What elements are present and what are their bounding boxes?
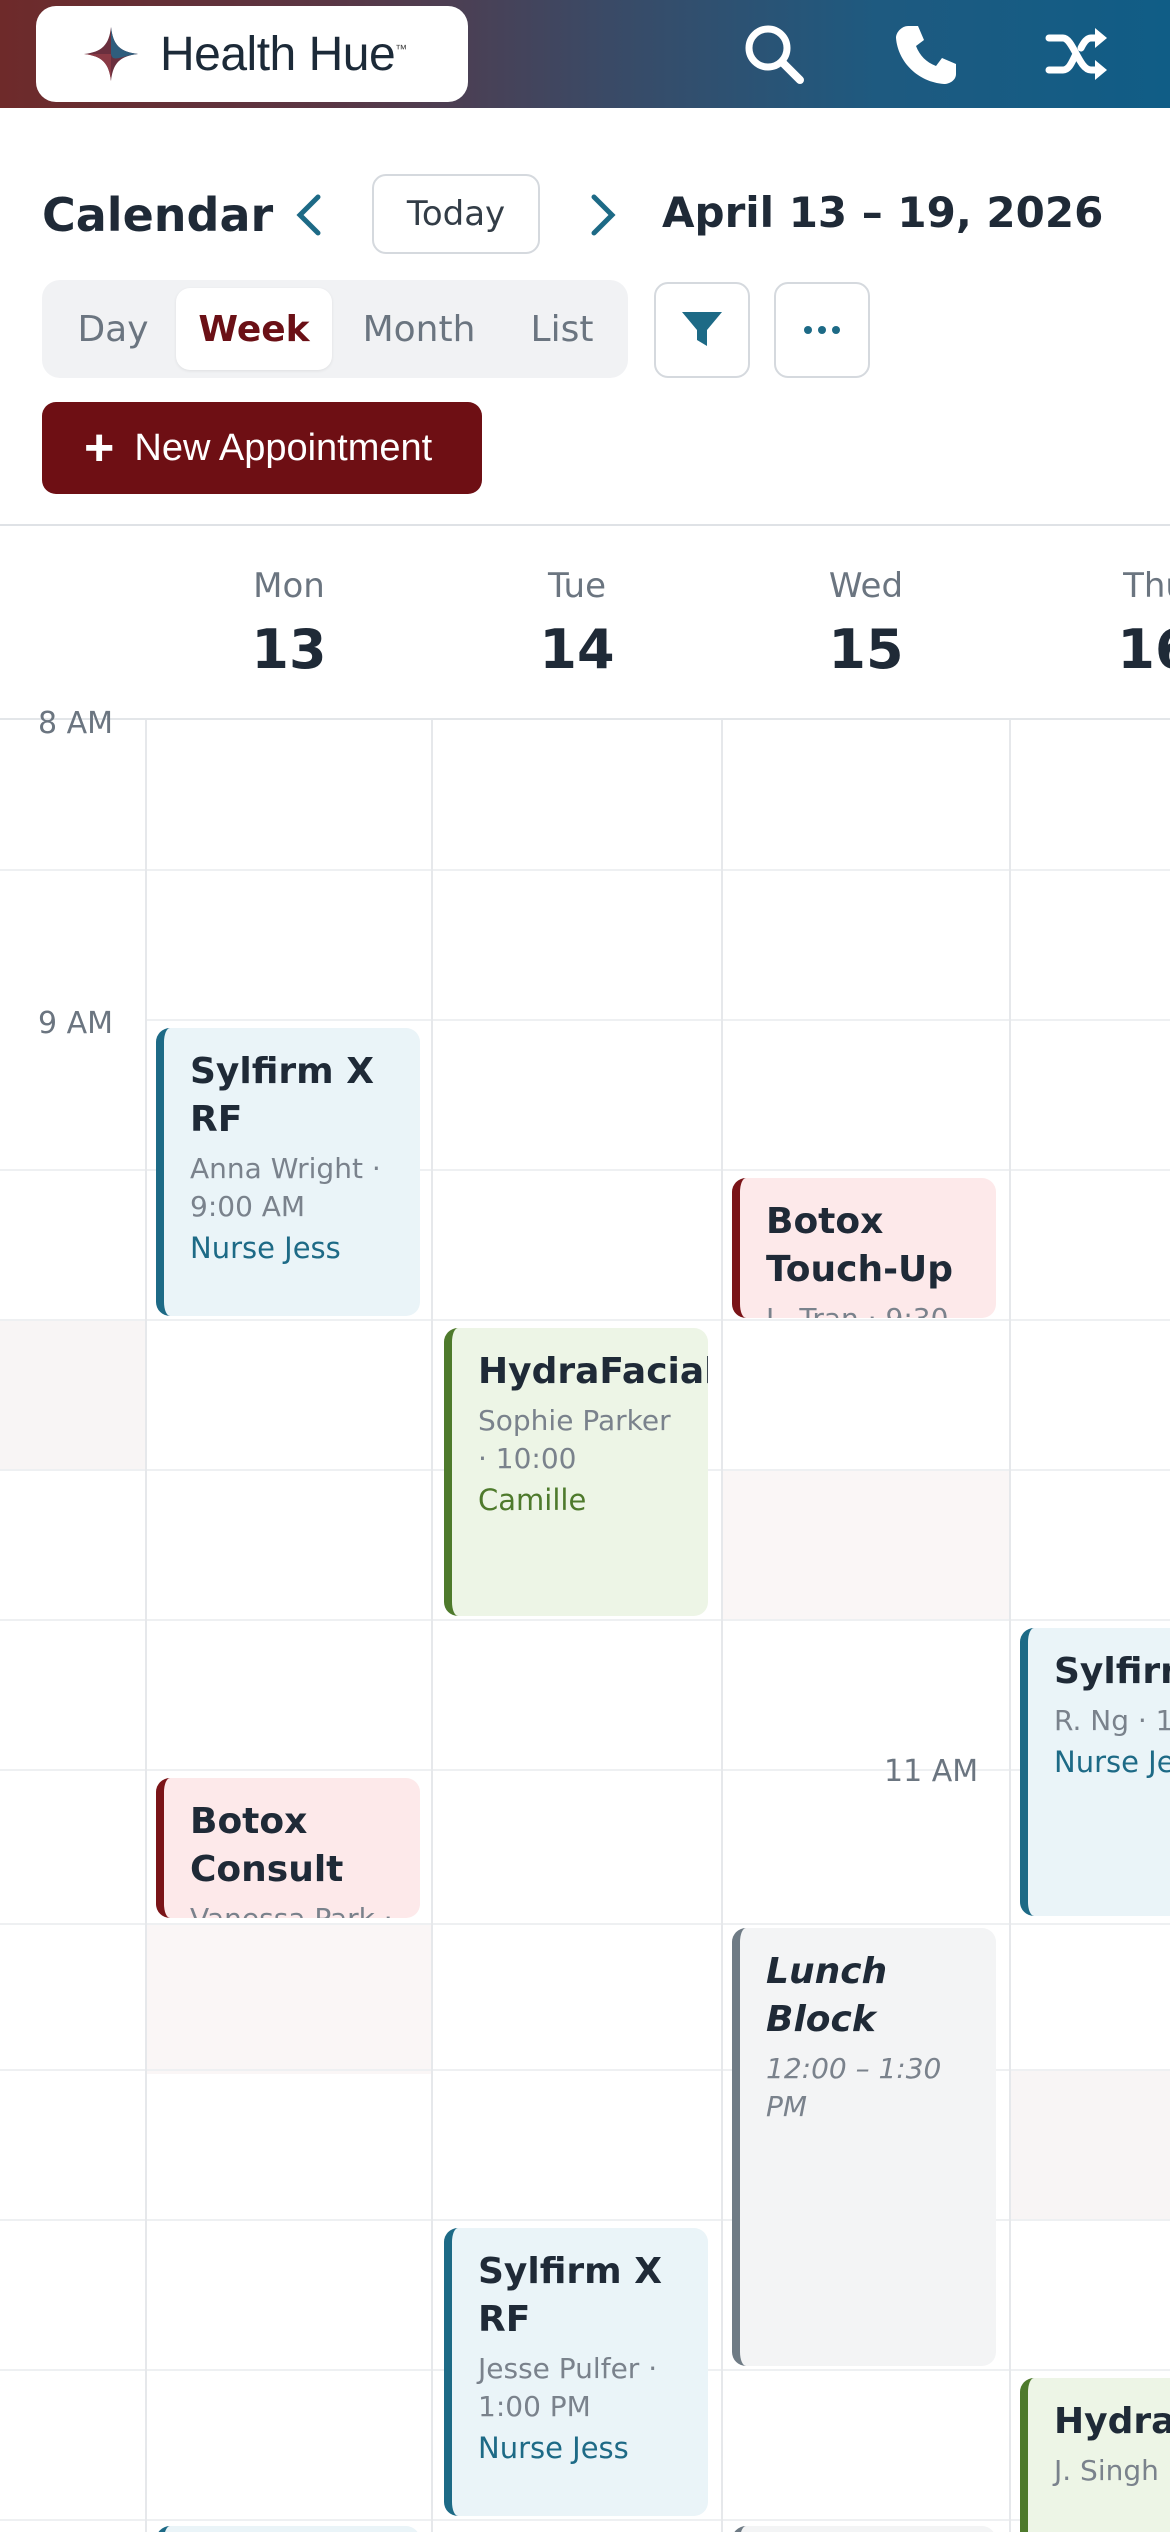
- brand-name: Health Hue™: [160, 27, 407, 81]
- appointment-card[interactable]: Sylfirm X RF Jesse Pulfer · 1:00 PM Nurs…: [444, 2228, 708, 2516]
- search-icon[interactable]: [740, 20, 808, 88]
- appointment-card[interactable]: Botox Consult Vanessa Park ·: [156, 1778, 420, 1918]
- day-header-tue[interactable]: Tue 14: [432, 526, 722, 720]
- new-appointment-button[interactable]: + New Appointment: [42, 402, 482, 494]
- day-header-mon[interactable]: Mon 13: [146, 526, 432, 720]
- appointment-card[interactable]: [156, 2526, 420, 2532]
- appointment-detail: Vanessa Park ·: [190, 1900, 398, 1918]
- view-switcher: Day Week Month List: [42, 280, 628, 378]
- day-number: 13: [251, 618, 327, 681]
- time-gutter-header: [0, 526, 146, 720]
- appointment-staff: Nurse Jess: [478, 2431, 629, 2465]
- appointment-detail: L. Tran · 9:30: [766, 1300, 974, 1318]
- appointment-staff: Nurse Je: [1054, 1745, 1170, 1779]
- appointment-title: Sylfirm X RF: [478, 2251, 662, 2340]
- plus-icon: +: [84, 419, 115, 477]
- day-name: Tue: [547, 566, 607, 606]
- appointment-card[interactable]: HydraF J. Singh · PM: [1020, 2378, 1170, 2532]
- appointment-title: Botox Touch-Up: [766, 1201, 954, 1290]
- appointment-card[interactable]: HydraFacial Sophie Parker · 10:00 Camill…: [444, 1328, 708, 1616]
- next-week-button[interactable]: [578, 188, 628, 242]
- chevron-left-icon: [296, 194, 321, 236]
- app-header: Health Hue™: [0, 0, 1170, 108]
- day-header-wed[interactable]: Wed 15: [722, 526, 1010, 720]
- appointment-card[interactable]: Sylfirm X RF Anna Wright · 9:00 AM Nurse…: [156, 1028, 420, 1316]
- filter-button[interactable]: [654, 282, 750, 378]
- day-header-thu[interactable]: Thu 16: [1010, 526, 1170, 720]
- block-title: Lunch Block: [766, 1951, 888, 2040]
- lunch-block[interactable]: Lunch Block 12:00 – 1:30 PM: [732, 1928, 996, 2366]
- shuffle-icon[interactable]: [1044, 20, 1112, 88]
- appointment-staff: Nurse Jess: [190, 1231, 341, 1265]
- day-number: 16: [1117, 618, 1170, 681]
- appointment-detail: J. Singh · PM: [1054, 2454, 1170, 2487]
- day-name: Thu: [1123, 566, 1170, 606]
- appointment-title: Sylfirm X RF: [190, 1051, 374, 1140]
- chevron-right-icon: [591, 194, 616, 236]
- appointment-title: Botox Consult: [190, 1801, 344, 1890]
- time-label-11am: 11 AM: [884, 1754, 979, 1789]
- day-name: Mon: [253, 566, 325, 606]
- appointment-detail: Anna Wright · 9:00 AM: [190, 1152, 381, 1223]
- appointment-staff: Camille: [478, 1483, 587, 1517]
- filter-icon: [682, 312, 722, 346]
- phone-icon[interactable]: [892, 20, 960, 88]
- appointment-title: Sylfirm: [1054, 1651, 1170, 1692]
- appointment-detail: R. Ng · 1 AM: [1054, 1704, 1170, 1737]
- new-appointment-label: New Appointment: [134, 426, 433, 469]
- date-range: April 13 – 19, 2026: [662, 188, 1104, 237]
- time-label-8am: 8 AM: [38, 706, 114, 741]
- prev-week-button[interactable]: [284, 188, 334, 242]
- day-name: Wed: [828, 566, 904, 606]
- brand-mark-icon: [84, 27, 138, 81]
- day-number: 15: [828, 618, 904, 681]
- brand-logo[interactable]: Health Hue™: [36, 6, 468, 102]
- view-month[interactable]: Month: [338, 288, 500, 370]
- appointment-title: HydraFacial: [478, 1351, 708, 1392]
- day-number: 14: [539, 618, 615, 681]
- appointment-detail: Sophie Parker · 10:00: [478, 1404, 671, 1475]
- view-list[interactable]: List: [504, 288, 620, 370]
- today-button[interactable]: Today: [372, 174, 540, 254]
- more-horizontal-icon: [804, 326, 840, 334]
- view-week[interactable]: Week: [176, 288, 332, 370]
- view-day[interactable]: Day: [50, 288, 176, 370]
- appointment-card[interactable]: Sylfirm R. Ng · 1 AM Nurse Je: [1020, 1628, 1170, 1916]
- block-time: 12:00 – 1:30 PM: [766, 2052, 942, 2123]
- time-label-9am: 9 AM: [38, 1006, 114, 1041]
- appointment-detail: Jesse Pulfer · 1:00 PM: [478, 2352, 658, 2423]
- appointment-card[interactable]: [732, 2526, 996, 2532]
- page-title: Calendar: [42, 188, 274, 242]
- week-calendar: Mon 13 Tue 14 Wed 15 Thu 16 8 AM 9 AM 11…: [0, 524, 1170, 2532]
- more-options-button[interactable]: [774, 282, 870, 378]
- appointment-title: HydraF: [1054, 2401, 1170, 2442]
- appointment-card[interactable]: Botox Touch-Up L. Tran · 9:30: [732, 1178, 996, 1318]
